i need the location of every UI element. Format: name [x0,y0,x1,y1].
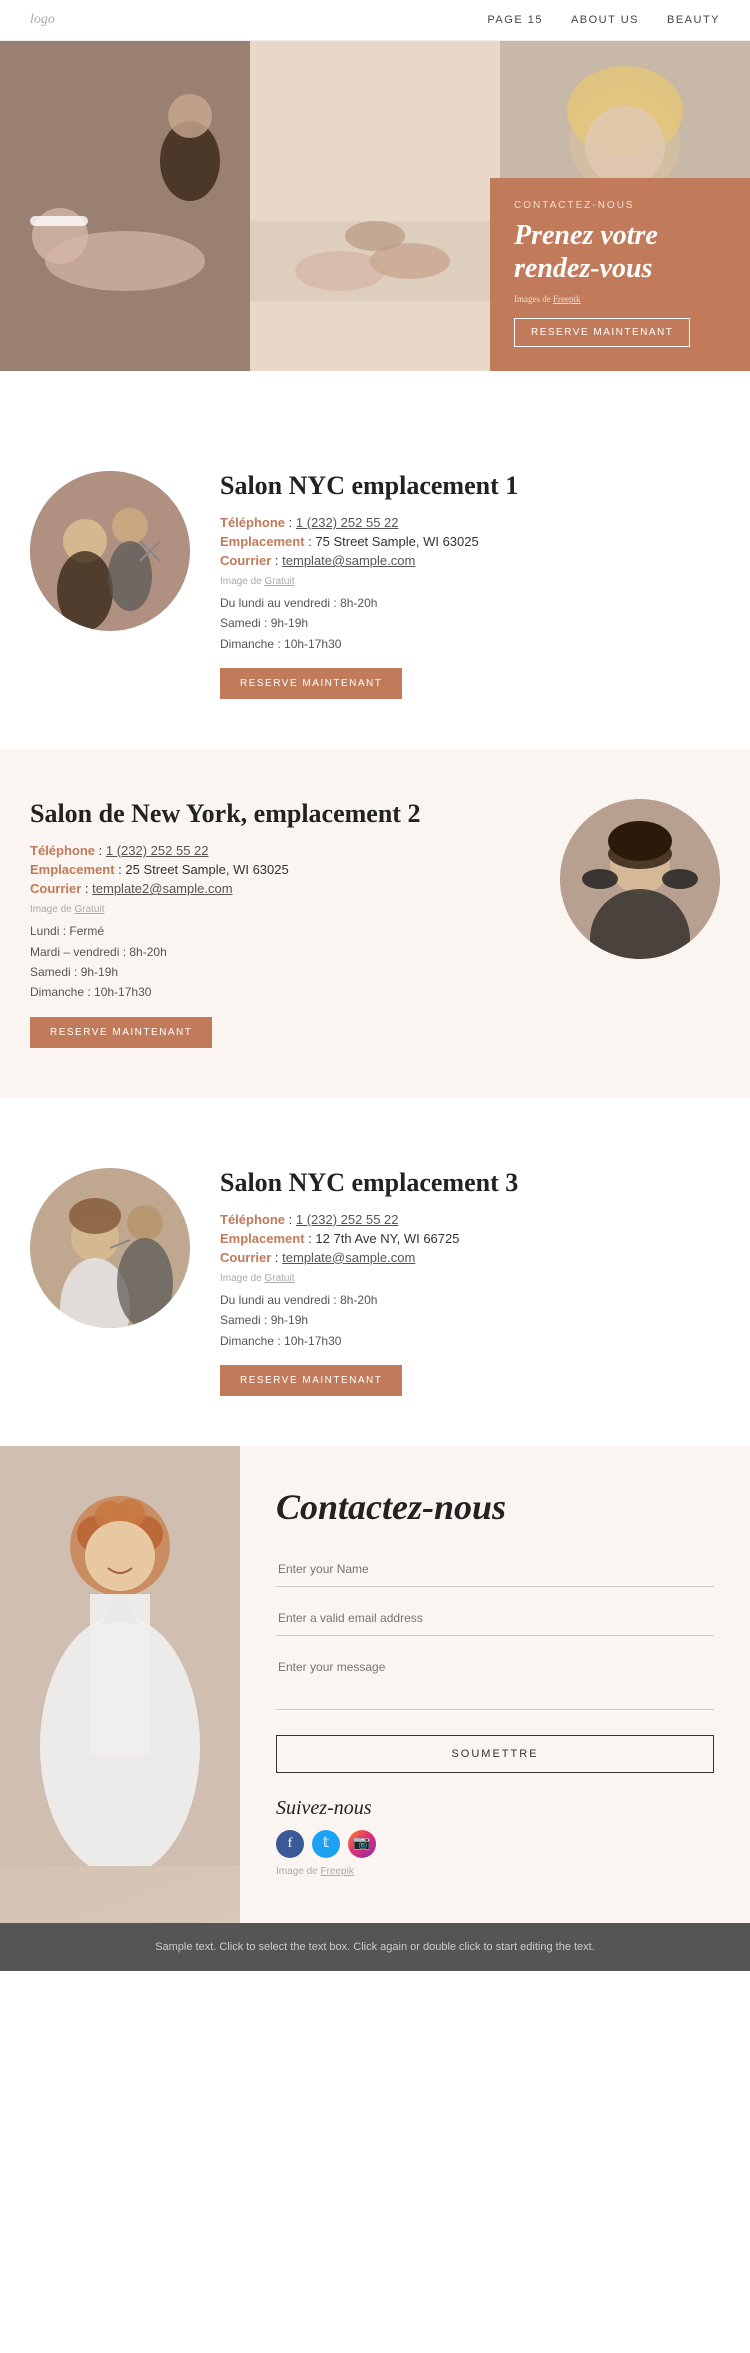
location3-reserve-button[interactable]: RESERVE MAINTENANT [220,1365,402,1396]
location2-title: Salon de New York, emplacement 2 [30,799,530,829]
location1-info: Salon NYC emplacement 1 Téléphone : 1 (2… [220,471,720,699]
contact-title: Contactez-nous [276,1486,714,1528]
footer-text: Sample text. Click to select the text bo… [155,1941,595,1953]
location3-section: Salon NYC emplacement 3 Téléphone : 1 (2… [0,1118,750,1446]
hero-title: Prenez votre rendez-vous [514,219,726,286]
hero-image-1 [0,41,250,371]
location1-section: Salon NYC emplacement 1 Téléphone : 1 (2… [0,421,750,749]
location1-reserve-button[interactable]: RESERVE MAINTENANT [220,668,402,699]
location2-row: Salon de New York, emplacement 2 Télépho… [30,799,720,1048]
contact-img-credit: Image de Freepik [276,1866,714,1877]
location1-row: Salon NYC emplacement 1 Téléphone : 1 (2… [30,471,720,699]
location1-title: Salon NYC emplacement 1 [220,471,720,501]
contact-name-input[interactable] [276,1552,714,1587]
instagram-icon[interactable]: 📷 [348,1830,376,1858]
hero-reserve-button[interactable]: RESERVE MAINTENANT [514,318,690,347]
nav-beauty[interactable]: BEAUTY [667,14,720,26]
location3-hours: Du lundi au vendredi : 8h-20h Samedi : 9… [220,1290,720,1351]
logo: logo [30,12,55,28]
location3-phone: Téléphone : 1 (232) 252 55 22 [220,1212,720,1227]
location2-address: Emplacement : 25 Street Sample, WI 63025 [30,862,530,877]
hero-img-credit: Images de Freepik [514,294,726,304]
contact-submit-button[interactable]: SOUMETTRE [276,1735,714,1773]
hero-image-2 [250,41,500,371]
twitter-icon[interactable]: 𝕥 [312,1830,340,1858]
location2-info: Salon de New York, emplacement 2 Télépho… [30,799,530,1048]
location3-email: Courrier : template@sample.com [220,1250,720,1265]
location1-email: Courrier : template@sample.com [220,553,720,568]
facebook-icon[interactable]: f [276,1830,304,1858]
location3-image [30,1168,190,1328]
contact-image [0,1446,240,1923]
location2-phone: Téléphone : 1 (232) 252 55 22 [30,843,530,858]
location1-hours: Du lundi au vendredi : 8h-20h Samedi : 9… [220,593,720,654]
nav-links: PAGE 15 ABOUT US BEAUTY [487,14,720,26]
contact-message-input[interactable] [276,1650,714,1710]
navigation: logo PAGE 15 ABOUT US BEAUTY [0,0,750,41]
location3-row: Salon NYC emplacement 3 Téléphone : 1 (2… [30,1168,720,1396]
social-icons: f 𝕥 📷 [276,1830,714,1858]
location3-address: Emplacement : 12 7th Ave NY, WI 66725 [220,1231,720,1246]
location3-title: Salon NYC emplacement 3 [220,1168,720,1198]
contact-form: Contactez-nous SOUMETTRE Suivez-nous f 𝕥… [240,1446,750,1923]
contact-email-input[interactable] [276,1601,714,1636]
hero-section: CONTACTEZ-NOUS Prenez votre rendez-vous … [0,41,750,371]
location2-hours: Lundi : Fermé Mardi – vendredi : 8h-20h … [30,921,530,1003]
location1-image [30,471,190,631]
social-title: Suivez-nous [276,1797,714,1820]
location1-address: Emplacement : 75 Street Sample, WI 63025 [220,534,720,549]
location2-img-credit: Image de Gratuit [30,904,530,915]
location1-phone: Téléphone : 1 (232) 252 55 22 [220,515,720,530]
nav-about[interactable]: ABOUT US [571,14,639,26]
location1-img-credit: Image de Gratuit [220,576,720,587]
hero-contact-label: CONTACTEZ-NOUS [514,200,726,211]
location3-info: Salon NYC emplacement 3 Téléphone : 1 (2… [220,1168,720,1396]
hero-overlay: CONTACTEZ-NOUS Prenez votre rendez-vous … [490,178,750,371]
location2-reserve-button[interactable]: RESERVE MAINTENANT [30,1017,212,1048]
footer: Sample text. Click to select the text bo… [0,1923,750,1971]
location3-img-credit: Image de Gratuit [220,1273,720,1284]
location2-section: Salon de New York, emplacement 2 Télépho… [0,749,750,1098]
nav-page15[interactable]: PAGE 15 [487,14,543,26]
location2-email: Courrier : template2@sample.com [30,881,530,896]
location2-image [560,799,720,959]
contact-section: Contactez-nous SOUMETTRE Suivez-nous f 𝕥… [0,1446,750,1923]
